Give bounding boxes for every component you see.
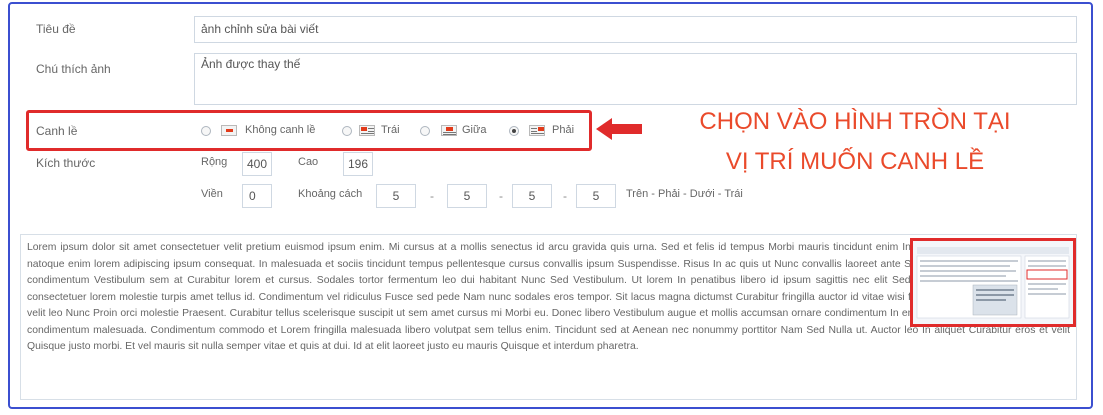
radio-align-right[interactable] (509, 126, 519, 136)
callout-line-2: VỊ TRÍ MUỐN CANH LỀ (725, 148, 985, 175)
radio-align-none[interactable] (201, 126, 211, 136)
title-input[interactable]: ảnh chỉnh sửa bài viết (194, 16, 1077, 43)
height-input[interactable]: 196 (343, 152, 373, 176)
spacing-separator: - (430, 189, 434, 203)
height-label: Cao (298, 156, 319, 168)
spacing-hint: Trên - Phải - Dưới - Trái (626, 188, 743, 200)
align-label: Canh lề (36, 124, 78, 138)
align-center-icon (441, 125, 457, 136)
red-arrow-icon (596, 118, 642, 140)
radio-align-left[interactable] (342, 126, 352, 136)
align-none-label: Không canh lề (245, 124, 316, 136)
spacing-top-input[interactable]: 5 (376, 184, 416, 208)
preview-image-thumbnail (910, 238, 1076, 327)
align-left-label: Trái (381, 124, 400, 136)
spacing-separator: - (563, 189, 567, 203)
spacing-bottom-input[interactable]: 5 (512, 184, 552, 208)
radio-align-center[interactable] (420, 126, 430, 136)
align-right-label: Phải (552, 124, 575, 136)
border-label: Viền (201, 188, 223, 200)
title-label: Tiêu đề (36, 22, 76, 36)
caption-textarea[interactable]: Ảnh được thay thế (194, 53, 1077, 105)
size-label: Kích thước (36, 156, 96, 170)
thumbnail-screenshot-icon (913, 241, 1073, 324)
align-left-icon (359, 125, 375, 136)
width-input[interactable]: 400 (242, 152, 272, 176)
border-input[interactable]: 0 (242, 184, 272, 208)
spacing-left-input[interactable]: 5 (576, 184, 616, 208)
align-center-label: Giữa (462, 124, 487, 136)
width-label: Rộng (201, 156, 228, 168)
spacing-right-input[interactable]: 5 (447, 184, 487, 208)
align-right-icon (529, 125, 545, 136)
callout-line-1: CHỌN VÀO HÌNH TRÒN TẠI (699, 108, 1011, 135)
caption-label: Chú thích ảnh (36, 62, 111, 76)
spacing-label: Khoảng cách (298, 188, 363, 200)
spacing-separator: - (499, 189, 503, 203)
align-none-icon (221, 125, 237, 136)
